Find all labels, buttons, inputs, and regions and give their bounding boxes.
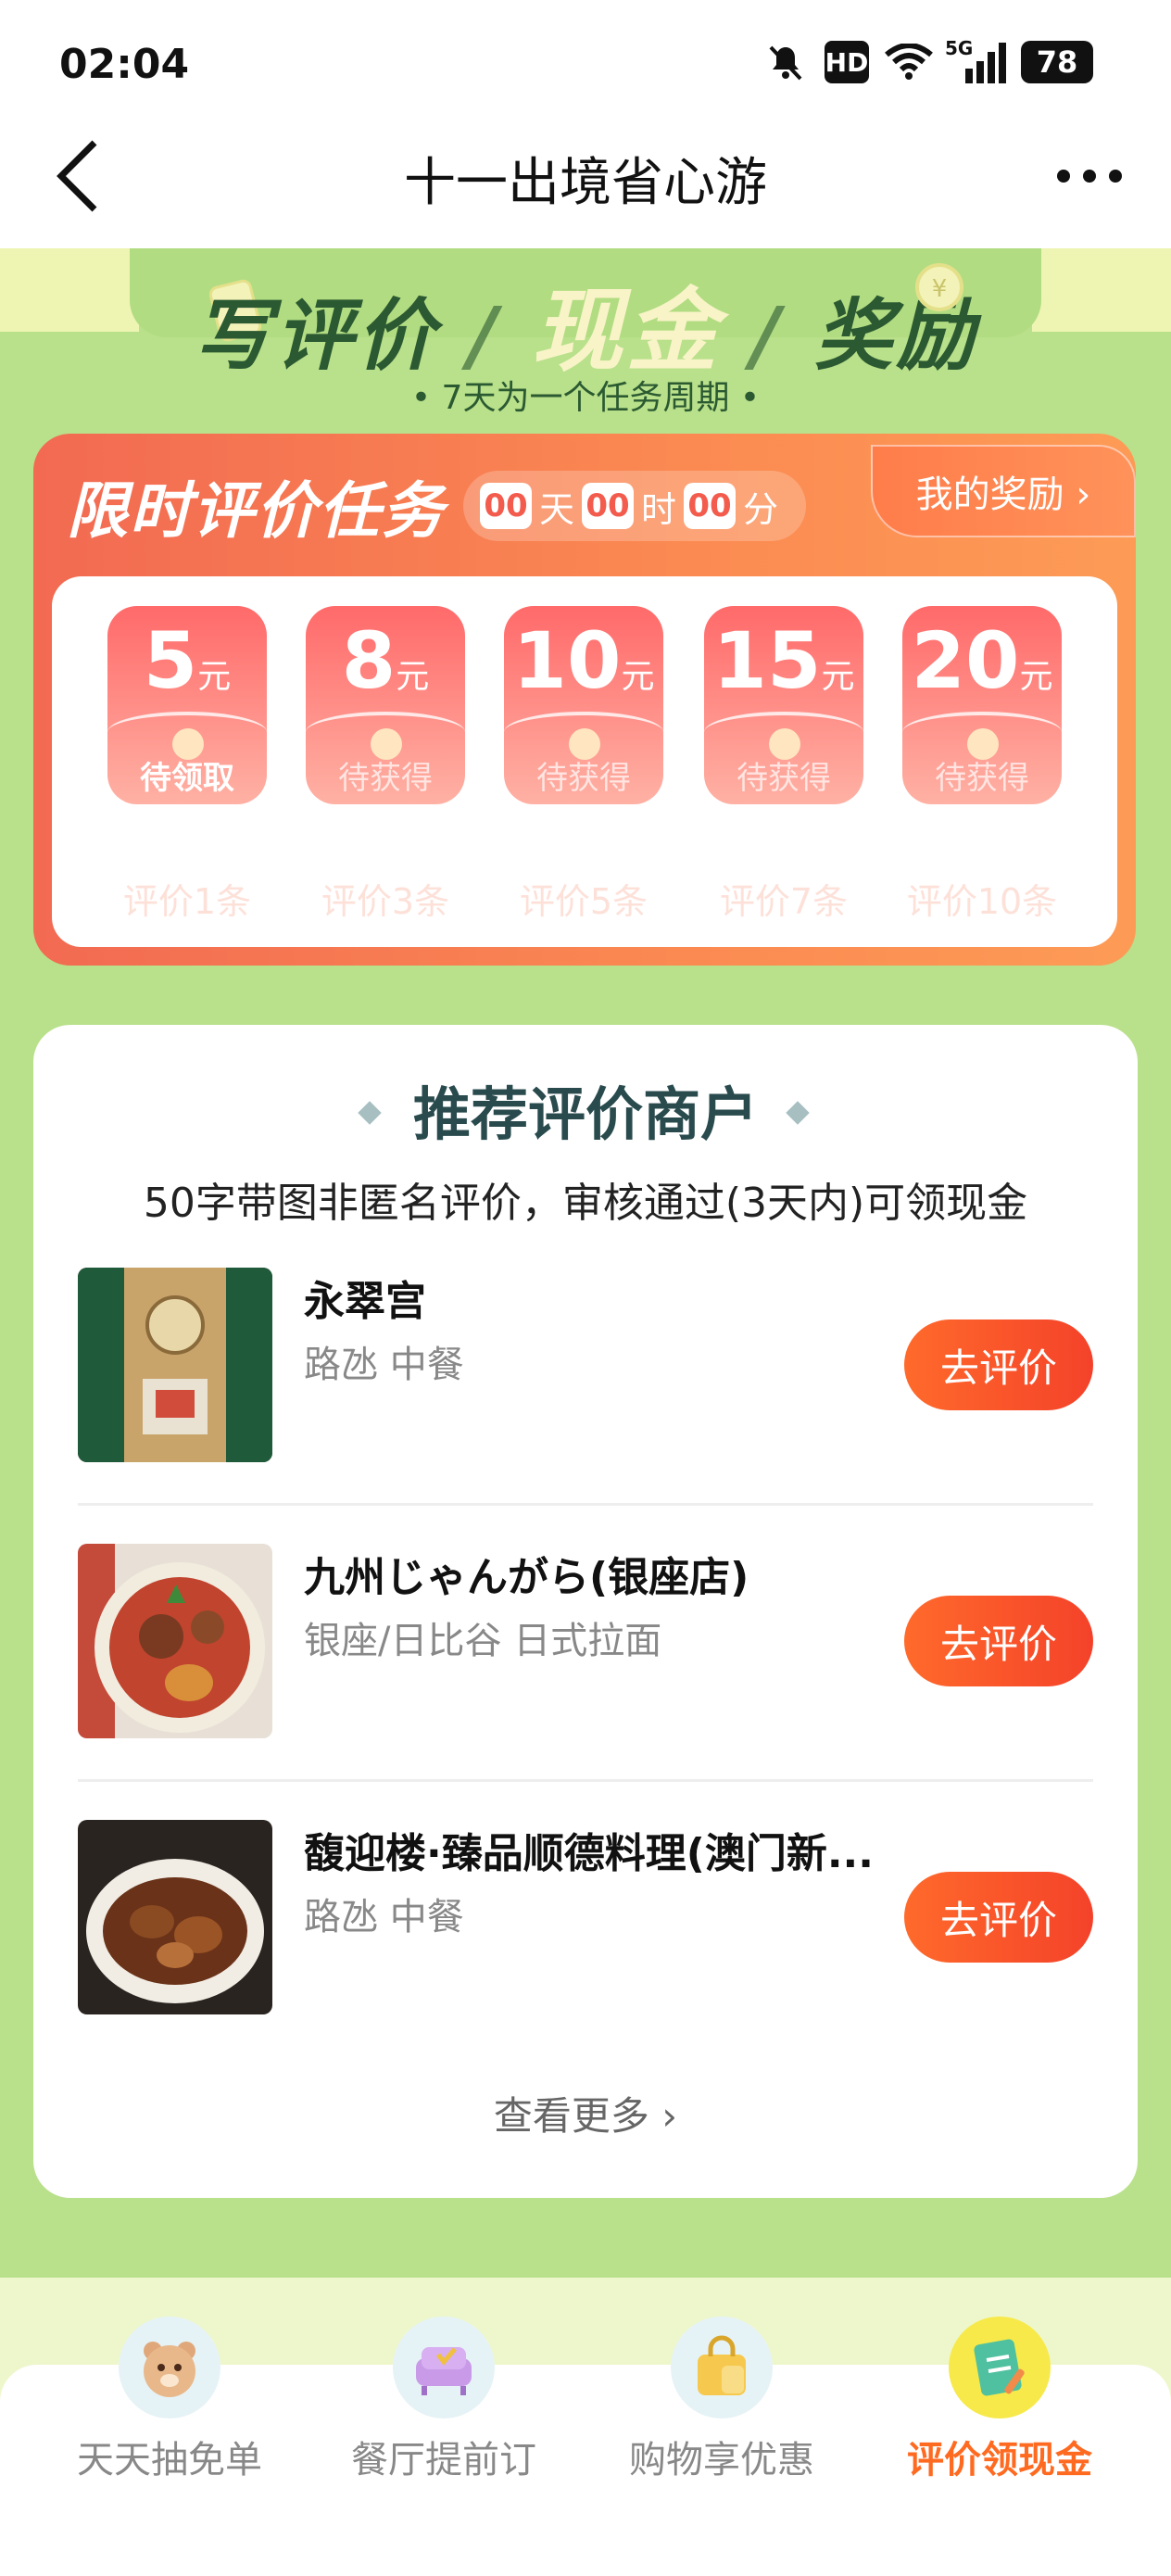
battery-level: 78 (1036, 44, 1078, 80)
recommend-title: 推荐评价商户 (412, 1080, 758, 1148)
reward-status: 待获得 (338, 760, 433, 797)
my-reward-button[interactable]: 我的奖励 › (871, 445, 1136, 537)
reward-unit: 元 (396, 658, 430, 696)
reward-status: 待获得 (536, 760, 631, 797)
bear-icon[interactable] (119, 2317, 220, 2418)
merchant-name[interactable]: 永翠宫 (304, 1268, 426, 1327)
recommend-subtitle: 50字带图非匿名评价，审核通过(3天内)可领现金 (143, 1180, 1028, 1227)
reward-amount: 8 (341, 615, 397, 706)
reward-unit: 元 (821, 658, 855, 696)
reward-caption: 评价3条 (321, 881, 450, 922)
reward-unit: 元 (197, 658, 232, 696)
reward-amount: 20 (911, 615, 1020, 706)
countdown: 00 天 00 时 00 分 (463, 471, 806, 541)
banner-headline: 写评价 / 现金 / 奖励 (193, 279, 978, 385)
merchant-name[interactable]: 九州じゃんがら(银座店) (304, 1544, 749, 1603)
reward-amount: 5 (143, 615, 198, 706)
status-time: 02:04 (59, 41, 190, 88)
merchant-meta: 路氹 中餐 (304, 1896, 464, 1938)
merchant-meta: 银座/日比谷 日式拉面 (304, 1620, 662, 1662)
more-icon[interactable] (1054, 158, 1125, 195)
reward-caption: 评价5条 (519, 881, 648, 922)
notepad-icon[interactable] (949, 2317, 1051, 2418)
headline-prefix: 写评价 (193, 290, 438, 381)
reward-status: 待领取 (140, 760, 234, 797)
view-more-link[interactable]: 查看更多 › (0, 2085, 1171, 2141)
reward-status: 待获得 (737, 760, 831, 797)
countdown-days: 00 (480, 483, 532, 529)
merchant-thumbnail[interactable] (78, 1268, 272, 1462)
review-button[interactable]: 去评价 (904, 1596, 1093, 1686)
countdown-minutes: 00 (684, 483, 737, 529)
battery-icon: 78 (1021, 41, 1093, 83)
coin-icon: ¥ (912, 259, 967, 315)
hd-icon: HD (825, 41, 869, 83)
tab-label[interactable]: 购物享优惠 (583, 2430, 861, 2483)
tab-label[interactable]: 天天抽免单 (31, 2430, 308, 2483)
banner-subline: • 7天为一个任务周期 • (410, 379, 761, 417)
merchant-thumbnail[interactable] (78, 1544, 272, 1738)
reward-unit: 元 (621, 658, 655, 696)
reward-caption: 评价1条 (122, 881, 252, 922)
divider (78, 1503, 1093, 1506)
reward-caption: 评价7条 (719, 881, 849, 922)
reward-tier: 15元 待获得 (704, 606, 863, 804)
tab-label[interactable]: 餐厅提前订 (305, 2430, 583, 2483)
countdown-days-unit: 天 (539, 488, 575, 530)
page-title: 十一出境省心游 (404, 153, 767, 213)
shopping-bag-icon[interactable] (671, 2317, 773, 2418)
bell-muted-icon (765, 41, 806, 83)
task-title: 限时评价任务 (67, 475, 445, 547)
reward-unit: 元 (1019, 658, 1053, 696)
signal-icon: 5G (945, 37, 1010, 83)
headline-highlight: 现金 (531, 279, 721, 385)
review-button[interactable]: 去评价 (904, 1320, 1093, 1410)
svg-text:¥: ¥ (932, 275, 948, 303)
reward-tier: 20元 待获得 (902, 606, 1062, 804)
countdown-hours: 00 (582, 483, 635, 529)
wifi-icon (884, 41, 934, 83)
merchant-thumbnail[interactable] (78, 1820, 272, 2014)
reward-caption: 评价10条 (906, 881, 1058, 922)
reward-status: 待获得 (935, 760, 1029, 797)
reward-tier[interactable]: 5元 待领取 (107, 606, 267, 804)
reward-amount: 15 (712, 615, 822, 706)
countdown-hours-unit: 时 (641, 488, 677, 530)
review-button[interactable]: 去评价 (904, 1872, 1093, 1963)
merchant-name[interactable]: 馥迎楼·臻品顺德料理(澳门新... (304, 1820, 874, 1879)
merchant-meta: 路氹 中餐 (304, 1344, 464, 1386)
countdown-minutes-unit: 分 (743, 488, 779, 530)
tab-label-active[interactable]: 评价领现金 (861, 2430, 1139, 2483)
reward-amount: 10 (512, 615, 622, 706)
reward-tier: 10元 待获得 (504, 606, 663, 804)
reward-tier: 8元 待获得 (306, 606, 465, 804)
divider (78, 1779, 1093, 1782)
sofa-icon[interactable] (393, 2317, 495, 2418)
